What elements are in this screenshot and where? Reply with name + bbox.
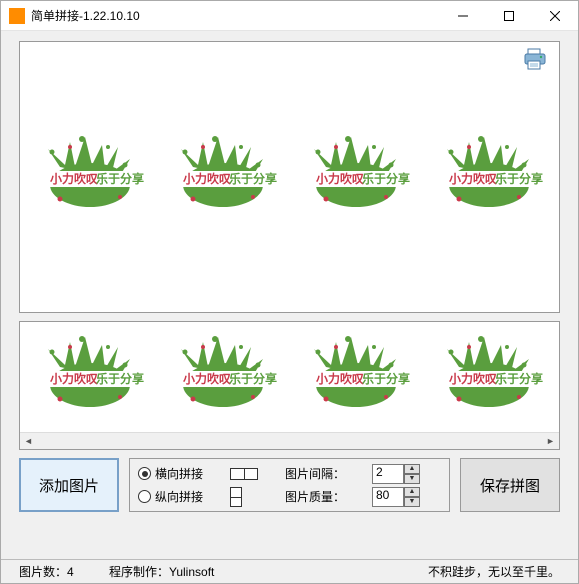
svg-text:小力吹叹: 小力吹叹 [183,371,231,386]
close-icon [550,11,560,21]
thumbnail-panel: 小力吹叹 乐于分享 小力吹叹 乐于分享 小力吹叹 乐于分享 小力吹叹 乐于分享 [19,321,560,450]
svg-text:乐于分享: 乐于分享 [96,371,144,386]
preview-image: 小力吹叹 乐于分享 [164,127,282,227]
preview-image: 小力吹叹 乐于分享 [297,127,415,227]
gap-input[interactable]: 2 [372,464,404,484]
status-author: 程序制作：Yulinsoft [109,563,428,580]
scroll-right-button[interactable]: ► [542,433,559,449]
svg-text:小力吹叹: 小力吹叹 [50,171,98,186]
scroll-left-button[interactable]: ◄ [20,433,37,449]
titlebar: 简单拼接-1.22.10.10 [1,1,578,31]
preview-images-row: 小力吹叹 乐于分享 小力吹叹 乐于分享 小力吹叹 乐于分享 小力吹叹 乐于分享 [20,42,559,312]
svg-text:小力吹叹: 小力吹叹 [449,171,497,186]
preview-image: 小力吹叹 乐于分享 [430,127,548,227]
quality-input[interactable]: 80 [372,487,404,507]
scroll-track[interactable] [37,433,542,449]
options-panel: 横向拼接 图片间隔： 2 ▲ ▼ 纵向拼接 图片质量： [129,458,450,512]
printer-icon [523,48,547,70]
quality-up-button[interactable]: ▲ [404,487,420,497]
svg-text:小力吹叹: 小力吹叹 [449,371,497,386]
maximize-button[interactable] [486,1,532,30]
count-label: 图片数： [19,565,67,579]
radio-horizontal-label: 横向拼接 [155,465,203,482]
app-window: 简单拼接-1.22.10.10 [0,0,579,584]
radio-vertical[interactable]: 纵向拼接 [138,488,224,505]
svg-text:小力吹叹: 小力吹叹 [316,371,364,386]
gap-spinner[interactable]: 2 ▲ ▼ [372,464,441,484]
gap-up-button[interactable]: ▲ [404,464,420,474]
save-image-button[interactable]: 保存拼图 [460,458,560,512]
horizontal-layout-icon [230,468,258,480]
window-title: 简单拼接-1.22.10.10 [31,7,440,24]
thumbnail-row: 小力吹叹 乐于分享 小力吹叹 乐于分享 小力吹叹 乐于分享 小力吹叹 乐于分享 [20,322,559,432]
radio-horizontal[interactable]: 横向拼接 [138,465,224,482]
svg-text:乐于分享: 乐于分享 [495,371,543,386]
horizontal-scrollbar[interactable]: ◄ ► [20,432,559,449]
thumbnail-image[interactable]: 小力吹叹 乐于分享 [430,327,548,427]
add-image-button[interactable]: 添加图片 [19,458,119,512]
svg-text:小力吹叹: 小力吹叹 [316,171,364,186]
preview-image: 小力吹叹 乐于分享 [31,127,149,227]
quality-spinner[interactable]: 80 ▲ ▼ [372,487,441,507]
preview-panel: 小力吹叹 乐于分享 小力吹叹 乐于分享 小力吹叹 乐于分享 小力吹叹 乐于分享 [19,41,560,313]
quality-label: 图片质量： [285,488,366,505]
svg-text:小力吹叹: 小力吹叹 [183,171,231,186]
maximize-icon [504,11,514,21]
svg-text:乐于分享: 乐于分享 [229,371,277,386]
minimize-icon [458,11,468,21]
radio-icon [138,490,151,503]
content-area: 小力吹叹 乐于分享 小力吹叹 乐于分享 小力吹叹 乐于分享 小力吹叹 乐于分享 [1,31,578,559]
gap-down-button[interactable]: ▼ [404,474,420,484]
vertical-layout-icon [230,487,242,507]
radio-vertical-label: 纵向拼接 [155,488,203,505]
app-icon [9,8,25,24]
svg-text:小力吹叹: 小力吹叹 [50,371,98,386]
print-button[interactable] [523,48,547,73]
close-button[interactable] [532,1,578,30]
radio-icon [138,467,151,480]
thumbnail-image[interactable]: 小力吹叹 乐于分享 [297,327,415,427]
minimize-button[interactable] [440,1,486,30]
status-count: 图片数：4 [19,563,109,580]
statusbar: 图片数：4 程序制作：Yulinsoft 不积跬步，无以至千里。 [1,559,578,583]
gap-label: 图片间隔： [285,465,366,482]
svg-text:乐于分享: 乐于分享 [362,171,410,186]
status-motto: 不积跬步，无以至千里。 [428,563,560,580]
quality-down-button[interactable]: ▼ [404,497,420,507]
controls-row: 添加图片 横向拼接 图片间隔： 2 ▲ ▼ 纵向拼接 [19,458,560,512]
svg-text:乐于分享: 乐于分享 [362,371,410,386]
count-value: 4 [67,565,74,579]
svg-text:乐于分享: 乐于分享 [96,171,144,186]
svg-text:乐于分享: 乐于分享 [229,171,277,186]
window-controls [440,1,578,30]
svg-text:乐于分享: 乐于分享 [495,171,543,186]
thumbnail-image[interactable]: 小力吹叹 乐于分享 [164,327,282,427]
thumbnail-image[interactable]: 小力吹叹 乐于分享 [31,327,149,427]
